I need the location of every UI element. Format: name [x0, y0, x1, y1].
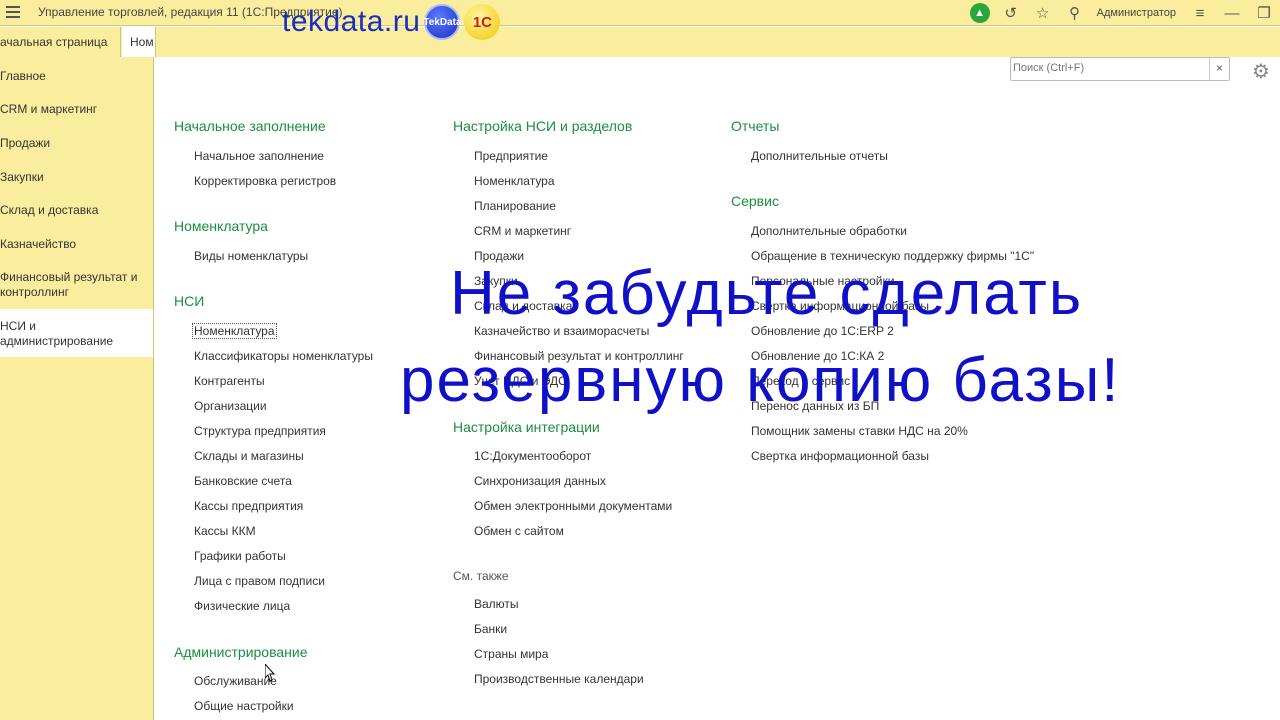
link-organizations[interactable]: Организации — [194, 399, 267, 413]
link-nomenclature-types[interactable]: Виды номенклатуры — [194, 249, 308, 263]
title-bar: Управление торговлей, редакция 11 (1С:Пр… — [0, 0, 1280, 26]
link-currencies[interactable]: Валюты — [474, 597, 519, 611]
link-kkm-cash-desks[interactable]: Кассы ККМ — [194, 524, 256, 538]
clear-search-button[interactable]: × — [1209, 58, 1229, 80]
watermark-logo: tekdata.ru TekData 1С — [282, 2, 501, 42]
sidebar-item-admin-label: НСИ и администрирование — [0, 319, 114, 348]
link-site-exchange[interactable]: Обмен с сайтом — [474, 524, 564, 538]
link-nomenclature[interactable]: Номенклатура — [192, 323, 277, 339]
mouse-cursor-icon — [265, 664, 275, 682]
link-data-sync[interactable]: Синхронизация данных — [474, 474, 606, 488]
link-nomenclature-settings[interactable]: Номенклатура — [474, 174, 555, 188]
sidebar-item-purchases[interactable]: Закупки — [0, 170, 153, 185]
search-box[interactable]: × — [1010, 57, 1230, 81]
gear-icon[interactable]: ⚙ — [1252, 59, 1270, 84]
link-general-settings[interactable]: Общие настройки — [194, 699, 294, 713]
section-nsi-settings: Настройка НСИ и разделов — [453, 118, 633, 134]
link-classifiers[interactable]: Классификаторы номенклатуры — [194, 349, 373, 363]
watermark-site: tekdata.ru — [282, 5, 421, 38]
section-nomenclature: Номенклатура — [174, 218, 268, 234]
link-signatories[interactable]: Лица с правом подписи — [194, 574, 325, 588]
backup-reminder-line2: резервную копию базы! — [400, 346, 1121, 415]
section-initial-fill: Начальное заполнение — [174, 118, 326, 134]
link-vat-rate-assistant[interactable]: Помощник замены ставки НДС на 20% — [751, 424, 968, 438]
tab-nomenclature[interactable]: Ном — [122, 27, 156, 57]
tab-home[interactable]: ачальная страница — [0, 27, 121, 57]
minimize-icon[interactable]: — — [1221, 2, 1243, 24]
menu-icon[interactable] — [6, 6, 20, 18]
link-counterparties[interactable]: Контрагенты — [194, 374, 265, 388]
link-edi-exchange[interactable]: Обмен электронными документами — [474, 499, 672, 513]
link-planning[interactable]: Планирование — [474, 199, 556, 213]
link-register-correction[interactable]: Корректировка регистров — [194, 174, 336, 188]
section-reports: Отчеты — [731, 118, 780, 134]
link-initial-fill[interactable]: Начальное заполнение — [194, 149, 324, 163]
restore-icon[interactable]: ❐ — [1253, 2, 1275, 24]
backup-reminder-line1: Не забудьте сделать — [450, 259, 1084, 328]
link-banks[interactable]: Банки — [474, 622, 507, 636]
section-nsi: НСИ — [174, 293, 205, 309]
see-also-heading: См. также — [453, 569, 509, 583]
history-icon[interactable]: ↺ — [1000, 2, 1022, 24]
link-production-calendars[interactable]: Производственные календари — [474, 672, 644, 686]
link-countries[interactable]: Страны мира — [474, 647, 548, 661]
favorites-icon[interactable]: ☆ — [1032, 2, 1054, 24]
link-db-collapse-2[interactable]: Свертка информационной базы — [751, 449, 929, 463]
sidebar-item-finance[interactable]: Финансовый результат и контроллинг — [0, 270, 145, 300]
search-input[interactable] — [1011, 58, 1209, 78]
link-additional-processing[interactable]: Дополнительные обработки — [751, 224, 907, 238]
link-warehouses-stores[interactable]: Склады и магазины — [194, 449, 304, 463]
link-enterprise-structure[interactable]: Структура предприятия — [194, 424, 326, 438]
sidebar-item-warehouse[interactable]: Склад и доставка — [0, 203, 153, 218]
link-cash-desks[interactable]: Кассы предприятия — [194, 499, 303, 513]
link-additional-reports[interactable]: Дополнительные отчеты — [751, 149, 888, 163]
sidebar-item-crm[interactable]: CRM и маркетинг — [0, 102, 153, 117]
sections-sidebar: Главное CRM и маркетинг Продажи Закупки … — [0, 57, 154, 720]
user-name[interactable]: Администратор — [1097, 7, 1176, 19]
section-administration: Администрирование — [174, 644, 308, 660]
sidebar-item-admin[interactable]: НСИ и администрирование — [0, 309, 153, 357]
1c-logo-icon: 1С — [464, 4, 501, 40]
link-document-flow[interactable]: 1С:Документооборот — [474, 449, 591, 463]
link-individuals[interactable]: Физические лица — [194, 599, 290, 613]
notifications-icon[interactable]: ▲ — [969, 3, 990, 23]
link-work-schedules[interactable]: Графики работы — [194, 549, 286, 563]
link-enterprise[interactable]: Предприятие — [474, 149, 548, 163]
link-crm-settings[interactable]: CRM и маркетинг — [474, 224, 571, 238]
search-icon[interactable]: ⚲ — [1064, 2, 1086, 24]
sidebar-item-main[interactable]: Главное — [0, 69, 153, 84]
section-service: Сервис — [731, 193, 779, 209]
tekdata-logo-icon: TekData — [423, 4, 462, 40]
tab-bar: ачальная страница Ном — [0, 27, 1280, 57]
link-bank-accounts[interactable]: Банковские счета — [194, 474, 292, 488]
sidebar-item-sales[interactable]: Продажи — [0, 136, 153, 151]
sidebar-item-treasury[interactable]: Казначейство — [0, 237, 153, 252]
section-integration: Настройка интеграции — [453, 419, 600, 435]
settings-menu-icon[interactable]: ≡ — [1189, 2, 1211, 24]
